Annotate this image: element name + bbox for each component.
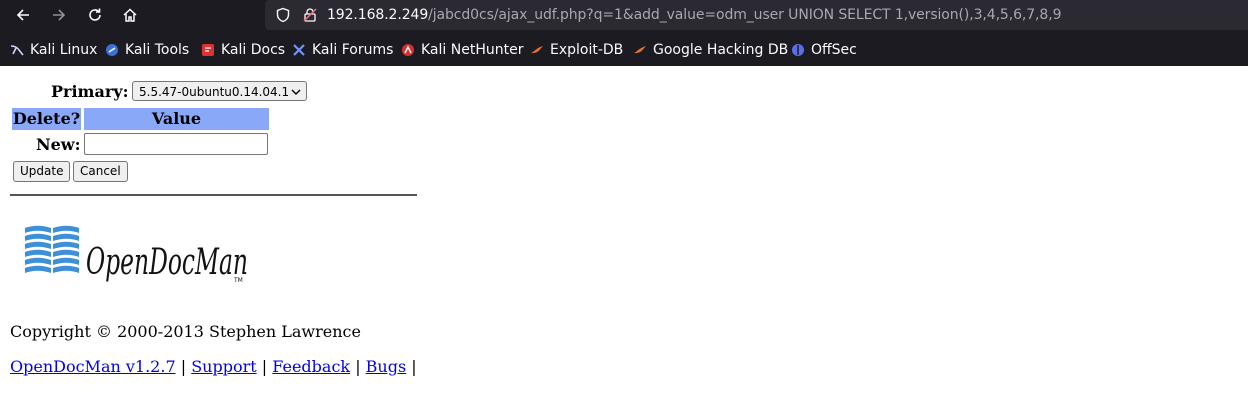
primary-select[interactable]: 5.5.47-0ubuntu0.14.04.1: [132, 81, 307, 101]
forward-arrow-icon[interactable]: [46, 3, 72, 27]
bookmark-label: Kali Forums: [312, 41, 394, 58]
kali-tools-icon: [105, 43, 119, 57]
separator: |: [180, 357, 187, 376]
url-host: 192.168.2.249: [327, 7, 429, 23]
bookmark-kali-forums[interactable]: Kali Forums: [292, 33, 393, 66]
footer-links: OpenDocMan v1.2.7 | Support | Feedback |…: [10, 357, 417, 376]
bookmark-label: Kali NetHunter: [421, 41, 524, 58]
kali-docs-icon: [201, 43, 215, 57]
shield-icon[interactable]: [274, 6, 292, 24]
google-hacking-db-icon: [633, 43, 647, 57]
exploit-db-icon: [530, 43, 544, 57]
lock-insecure-icon[interactable]: [301, 6, 319, 24]
bookmark-kali-linux[interactable]: Kali Linux: [10, 33, 97, 66]
separator: |: [411, 357, 417, 376]
copyright-text: Copyright © 2000-2013 Stephen Lawrence: [10, 322, 361, 341]
bookmark-kali-tools[interactable]: Kali Tools: [105, 33, 189, 66]
primary-select-value: 5.5.47-0ubuntu0.14.04.1: [139, 85, 290, 99]
bookmarks-toolbar: Kali Linux Kali Tools Kali Docs Kali For…: [0, 33, 1248, 66]
url-text[interactable]: 192.168.2.249/jabcd0cs/ajax_udf.php?q=1&…: [327, 0, 1061, 30]
back-arrow-icon[interactable]: [10, 3, 36, 27]
bookmark-label: OffSec: [811, 41, 857, 58]
svg-text:TM: TM: [233, 277, 243, 284]
bookmark-exploit-db[interactable]: Exploit-DB: [530, 33, 623, 66]
home-icon[interactable]: [117, 3, 143, 27]
book-logo-icon: OpenDocMan TM: [25, 225, 248, 284]
bookmark-kali-docs[interactable]: Kali Docs: [201, 33, 285, 66]
separator: |: [261, 357, 268, 376]
bookmark-label: Kali Linux: [30, 41, 98, 58]
value-column-header: Value: [84, 108, 269, 130]
delete-column-header: Delete?: [12, 108, 81, 130]
bookmark-label: Exploit-DB: [550, 41, 624, 58]
url-path: /jabcd0cs/ajax_udf.php?q=1&add_value=odm…: [428, 7, 1062, 23]
new-value-input[interactable]: [84, 133, 268, 155]
bookmark-offsec[interactable]: OffSec: [791, 33, 857, 66]
bookmark-label: Kali Docs: [221, 41, 286, 58]
offsec-icon: [791, 43, 805, 57]
navigation-bar: 192.168.2.249/jabcd0cs/ajax_udf.php?q=1&…: [0, 0, 1248, 31]
primary-label: Primary:: [51, 82, 129, 101]
browser-chrome: 192.168.2.249/jabcd0cs/ajax_udf.php?q=1&…: [0, 0, 1248, 66]
page-content: Primary: 5.5.47-0ubuntu0.14.04.1 Delete?…: [0, 66, 1248, 411]
svg-text:OpenDocMan: OpenDocMan: [86, 242, 248, 283]
bookmark-google-hacking-db[interactable]: Google Hacking DB: [633, 33, 788, 66]
bookmark-label: Google Hacking DB: [653, 41, 789, 58]
bookmark-kali-nethunter[interactable]: Kali NetHunter: [401, 33, 523, 66]
bugs-link[interactable]: Bugs: [366, 357, 407, 376]
separator: |: [355, 357, 361, 376]
feedback-link[interactable]: Feedback: [272, 357, 350, 376]
kali-nethunter-icon: [401, 43, 415, 57]
update-button[interactable]: Update: [13, 161, 71, 182]
version-link[interactable]: OpenDocMan v1.2.7: [10, 357, 176, 376]
divider: [10, 194, 417, 196]
new-label: New:: [36, 135, 81, 154]
support-link[interactable]: Support: [191, 357, 256, 376]
kali-linux-icon: [10, 43, 24, 57]
reload-icon[interactable]: [82, 3, 108, 27]
kali-forums-icon: [292, 43, 306, 57]
chevron-down-icon: [291, 82, 301, 108]
bookmark-label: Kali Tools: [125, 41, 190, 58]
opendocman-logo[interactable]: OpenDocMan TM: [24, 224, 254, 294]
cancel-button[interactable]: Cancel: [73, 161, 128, 182]
url-bar[interactable]: 192.168.2.249/jabcd0cs/ajax_udf.php?q=1&…: [265, 0, 1248, 30]
